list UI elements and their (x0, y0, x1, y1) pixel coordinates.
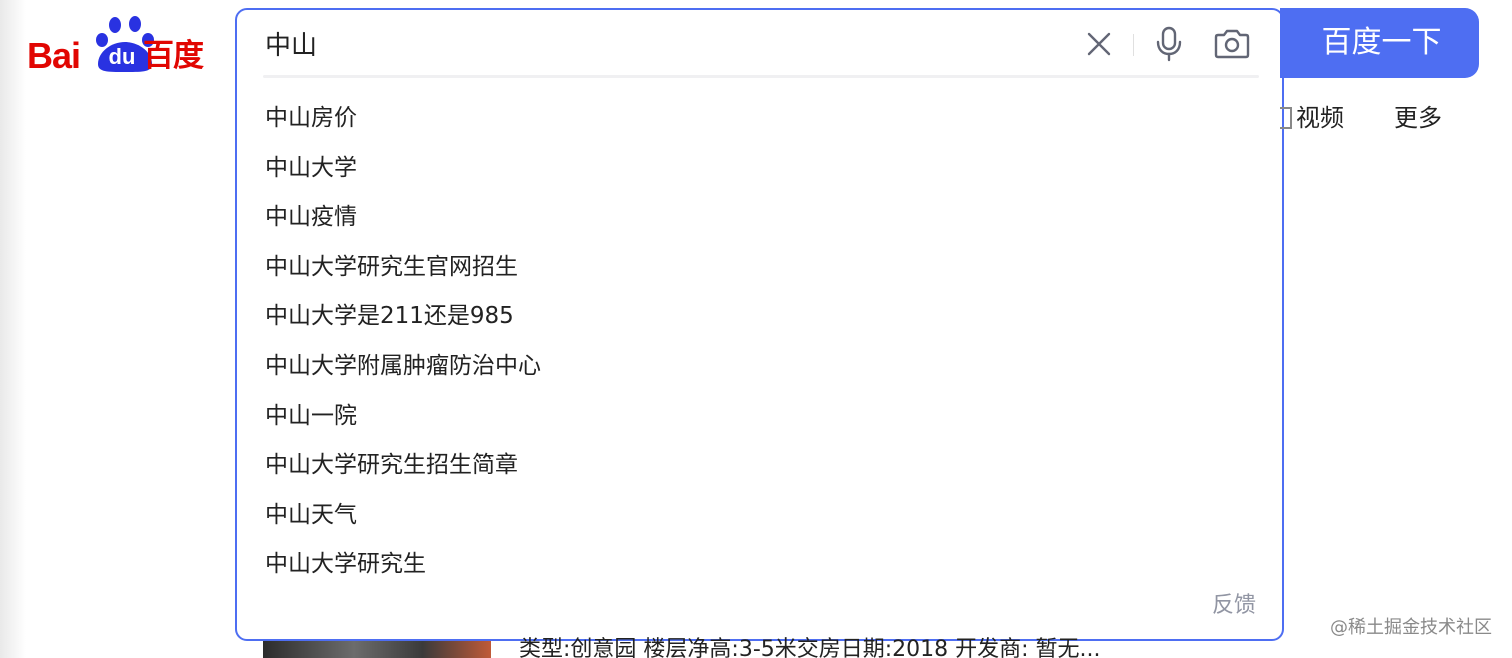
left-edge-shadow (0, 0, 26, 658)
watermark: @稀土掘金技术社区 (1330, 617, 1492, 638)
video-icon (1280, 107, 1292, 129)
logo-text-bai: Bai (27, 35, 81, 76)
page: Bai du 百度 中山 中山房价 中山大学 中山疫情 中山大学研究生官网招生 … (0, 0, 1512, 658)
suggestion-item[interactable]: 中山房价 (237, 94, 1282, 144)
feedback-link[interactable]: 反馈 (1212, 588, 1256, 624)
suggestion-item[interactable]: 中山一院 (237, 392, 1282, 442)
camera-icon[interactable] (1213, 28, 1251, 60)
baidu-logo[interactable]: Bai du 百度 (27, 14, 209, 76)
icon-divider (1133, 34, 1134, 56)
tab-video[interactable]: 视频 (1280, 100, 1344, 136)
search-box[interactable]: 中山 中山房价 中山大学 中山疫情 中山大学研究生官网招生 中山大学是211还是… (235, 8, 1284, 641)
search-button[interactable]: 百度一下 (1280, 8, 1479, 78)
tab-video-label: 视频 (1296, 104, 1344, 132)
suggestion-item[interactable]: 中山大学是211还是985 (237, 292, 1282, 342)
microphone-icon[interactable] (1153, 26, 1185, 62)
suggestion-item[interactable]: 中山大学研究生官网招生 (237, 243, 1282, 293)
result-thumbnail[interactable] (263, 641, 491, 658)
result-snippet: 类型:创意园 楼层净高:3-5米交房日期:2018 开发商: 暂无... (519, 637, 1101, 658)
input-separator (263, 75, 1259, 78)
suggestion-item[interactable]: 中山大学研究生招生简章 (237, 441, 1282, 491)
close-icon[interactable] (1085, 30, 1113, 58)
suggestion-item[interactable]: 中山大学研究生 (237, 540, 1282, 590)
suggestion-item[interactable]: 中山大学附属肿瘤防治中心 (237, 342, 1282, 392)
tab-more[interactable]: 更多 (1394, 100, 1442, 136)
search-input[interactable]: 中山 (265, 26, 317, 66)
suggestion-list: 中山房价 中山大学 中山疫情 中山大学研究生官网招生 中山大学是211还是985… (237, 94, 1282, 590)
suggestion-item[interactable]: 中山大学 (237, 144, 1282, 194)
suggestion-item[interactable]: 中山疫情 (237, 193, 1282, 243)
suggestion-item[interactable]: 中山天气 (237, 491, 1282, 541)
logo-text-baidu-cn: 百度 (143, 38, 204, 74)
logo-text-du: du (108, 44, 136, 69)
